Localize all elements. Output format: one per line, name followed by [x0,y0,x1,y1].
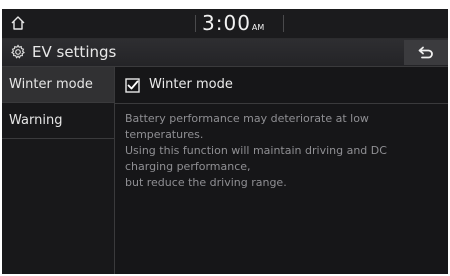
winter-mode-description: Battery performance may deteriorate at l… [125,111,443,191]
home-icon [11,16,25,30]
head-unit-screen: 3:00AM EV settings Winter mode Warning W… [2,9,448,274]
home-button[interactable] [6,11,30,35]
sidebar: Winter mode Warning [2,67,115,274]
clock-time: 3:00 [202,11,251,35]
clock-ampm: AM [251,23,265,32]
description-line: temperatures. [125,128,204,141]
page-title: EV settings [32,43,117,61]
status-divider [283,15,284,32]
status-divider [195,15,196,32]
winter-mode-label: Winter mode [149,77,233,92]
sidebar-item-winter-mode[interactable]: Winter mode [2,67,114,103]
gear-icon [11,44,25,59]
checkbox-checked-icon[interactable] [125,78,140,93]
description-line: but reduce the driving range. [125,176,287,189]
clock: 3:00AM [202,11,264,36]
description-line: charging performance, [125,160,251,173]
content-panel: Winter mode Battery performance may dete… [115,67,448,274]
description-line: Battery performance may deteriorate at l… [125,112,369,125]
status-bar: 3:00AM [2,9,448,39]
back-button[interactable] [404,40,448,65]
title-bar: EV settings [2,39,448,67]
winter-mode-option[interactable]: Winter mode [115,67,448,104]
back-arrow-icon [418,46,433,58]
sidebar-item-warning[interactable]: Warning [2,103,114,139]
description-line: Using this function will maintain drivin… [125,144,387,157]
